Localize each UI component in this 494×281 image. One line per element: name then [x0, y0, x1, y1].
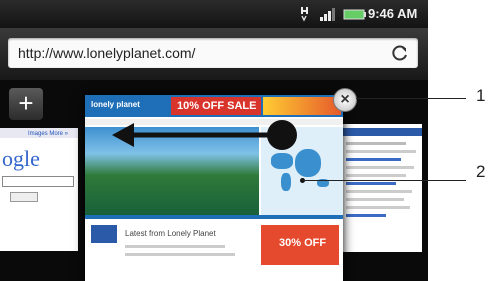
signal-icon	[320, 8, 335, 21]
tab-thumbnail-right[interactable]	[342, 124, 422, 252]
touch-point-icon	[267, 120, 297, 150]
swipe-gesture	[112, 120, 297, 150]
status-icons	[301, 7, 366, 22]
google-links: Images More »	[28, 131, 69, 137]
lp-brand: lonely planet	[91, 100, 140, 109]
tab-thumbnail-left[interactable]: Images More » ogle	[0, 128, 78, 251]
address-bar-area: http://www.lonelyplanet.com/	[0, 28, 428, 80]
promo-text: Latest from Lonely Planet	[125, 229, 216, 238]
url-text: http://www.lonelyplanet.com/	[18, 45, 196, 61]
google-logo-text: ogle	[2, 146, 40, 171]
sale-banner-text: 10% OFF SALE	[177, 100, 257, 112]
phone-screen: 9:46 AM http://www.lonelyplanet.com/ + I…	[0, 0, 428, 281]
status-bar: 9:46 AM	[0, 0, 428, 28]
h-plus-icon	[301, 7, 308, 22]
add-tab-button[interactable]: +	[9, 88, 43, 120]
price-promo-text: 30% OFF	[279, 237, 327, 249]
refresh-icon[interactable]	[390, 43, 410, 63]
price-promo: 30% OFF	[261, 225, 339, 265]
callout-number-2: 2	[476, 162, 486, 181]
callout-number-1: 1	[476, 86, 486, 105]
callout-line-2	[302, 180, 466, 181]
status-time: 9:46 AM	[368, 6, 418, 21]
sale-banner: 10% OFF SALE	[171, 97, 261, 115]
close-tab-button[interactable]: ×	[333, 88, 357, 112]
arrow-head	[112, 123, 134, 147]
callout-line-1	[356, 98, 466, 99]
battery-icon	[343, 9, 366, 20]
url-field[interactable]: http://www.lonelyplanet.com/	[8, 38, 418, 68]
